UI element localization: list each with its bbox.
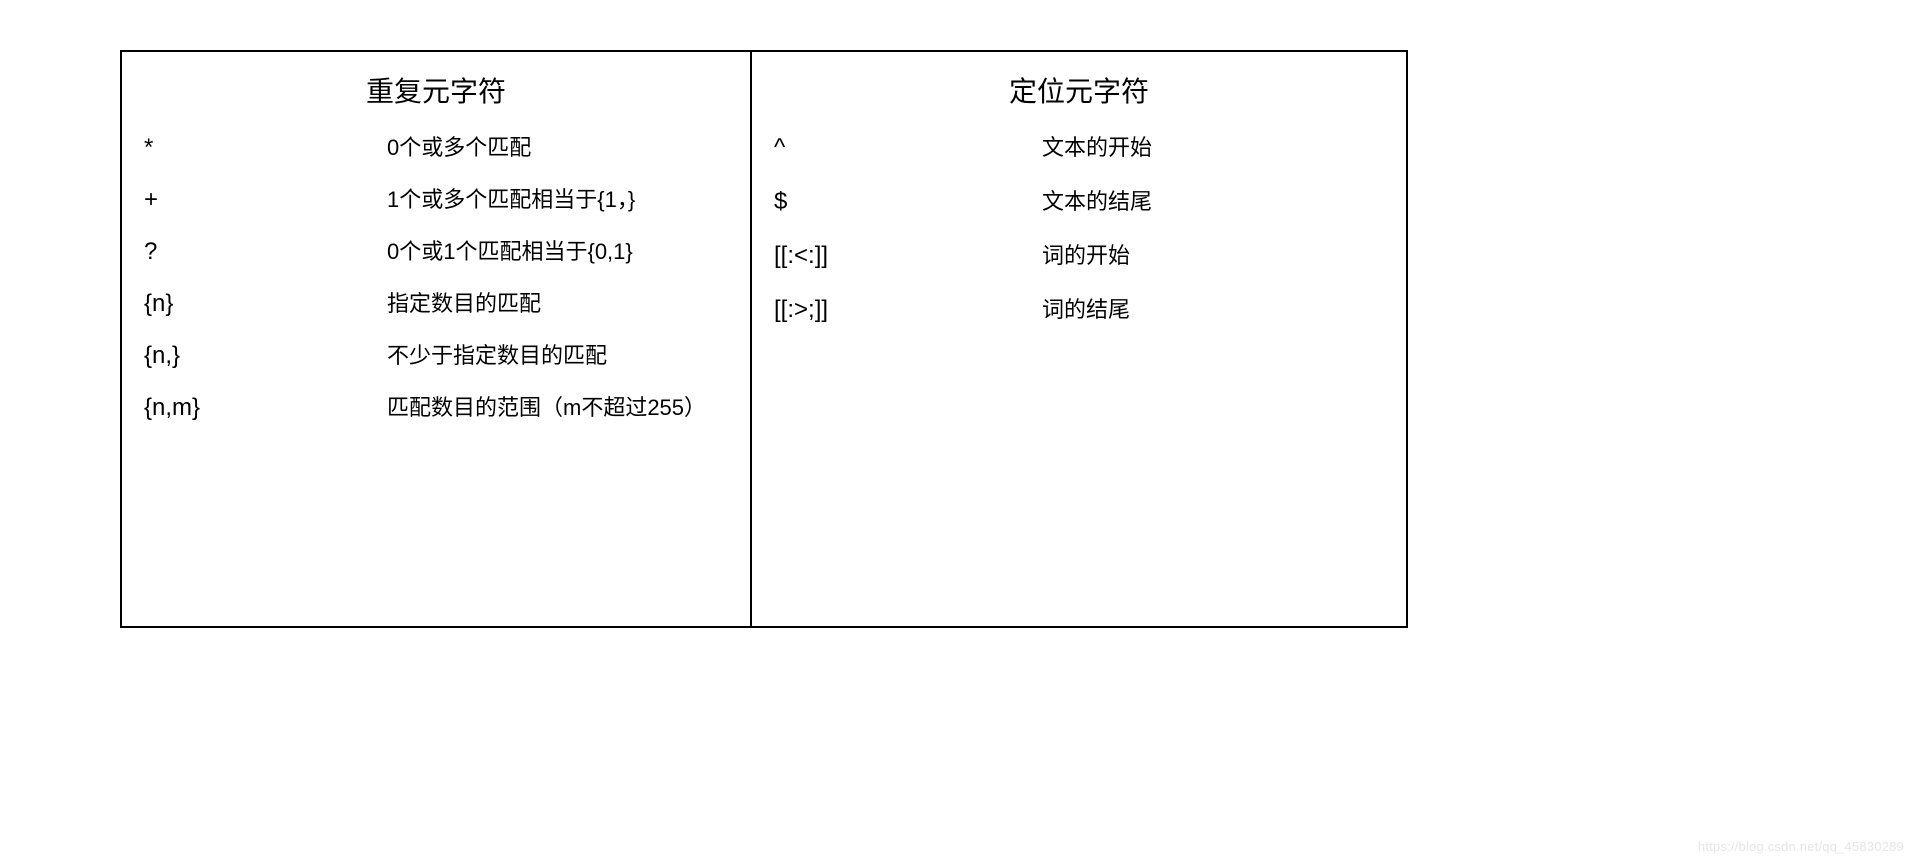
- panel-repeat-metachars: 重复元字符 * 0个或多个匹配 + 1个或多个匹配相当于{1，} ? 0个或1个…: [122, 52, 752, 626]
- symbol-cell: $: [752, 188, 1002, 216]
- table-row: {n,} 不少于指定数目的匹配: [122, 338, 750, 390]
- panel-anchor-metachars: 定位元字符 ^ 文本的开始 $ 文本的结尾 [[:<:]] 词的开始 [[:>;…: [752, 52, 1406, 626]
- desc-cell: 文本的结尾: [1002, 184, 1152, 216]
- symbol-cell: {n,}: [122, 342, 387, 370]
- symbol-cell: {n}: [122, 290, 387, 318]
- desc-cell: 指定数目的匹配: [387, 286, 541, 318]
- symbol-cell: +: [122, 186, 387, 214]
- symbol-cell: [[:<:]]: [752, 242, 1002, 270]
- rows-left: * 0个或多个匹配 + 1个或多个匹配相当于{1，} ? 0个或1个匹配相当于{…: [122, 110, 750, 442]
- panel-title-left: 重复元字符: [122, 52, 750, 110]
- desc-cell: 词的开始: [1002, 238, 1130, 270]
- table-row: {n,m} 匹配数目的范围（m不超过255）: [122, 390, 750, 442]
- table-row: ? 0个或1个匹配相当于{0,1}: [122, 234, 750, 286]
- table-row: [[:<:]] 词的开始: [752, 238, 1406, 292]
- table-row: + 1个或多个匹配相当于{1，}: [122, 182, 750, 234]
- desc-cell: 1个或多个匹配相当于{1，}: [387, 182, 635, 214]
- desc-cell: 不少于指定数目的匹配: [387, 338, 607, 370]
- symbol-cell: [[:>;]]: [752, 296, 1002, 324]
- reference-table: 重复元字符 * 0个或多个匹配 + 1个或多个匹配相当于{1，} ? 0个或1个…: [120, 50, 1408, 628]
- symbol-cell: *: [122, 134, 387, 162]
- rows-right: ^ 文本的开始 $ 文本的结尾 [[:<:]] 词的开始 [[:>;]] 词的结…: [752, 110, 1406, 346]
- watermark: https://blog.csdn.net/qq_45830289: [1698, 839, 1904, 854]
- table-row: [[:>;]] 词的结尾: [752, 292, 1406, 346]
- desc-cell: 词的结尾: [1002, 292, 1130, 324]
- symbol-cell: {n,m}: [122, 394, 387, 422]
- symbol-cell: ^: [752, 134, 1002, 162]
- desc-cell: 0个或多个匹配: [387, 130, 531, 162]
- desc-cell: 匹配数目的范围（m不超过255）: [387, 390, 706, 422]
- desc-cell: 0个或1个匹配相当于{0,1}: [387, 234, 633, 266]
- table-row: $ 文本的结尾: [752, 184, 1406, 238]
- table-row: ^ 文本的开始: [752, 130, 1406, 184]
- table-row: * 0个或多个匹配: [122, 130, 750, 182]
- panel-title-right: 定位元字符: [752, 52, 1406, 110]
- table-row: {n} 指定数目的匹配: [122, 286, 750, 338]
- symbol-cell: ?: [122, 238, 387, 266]
- desc-cell: 文本的开始: [1002, 130, 1152, 162]
